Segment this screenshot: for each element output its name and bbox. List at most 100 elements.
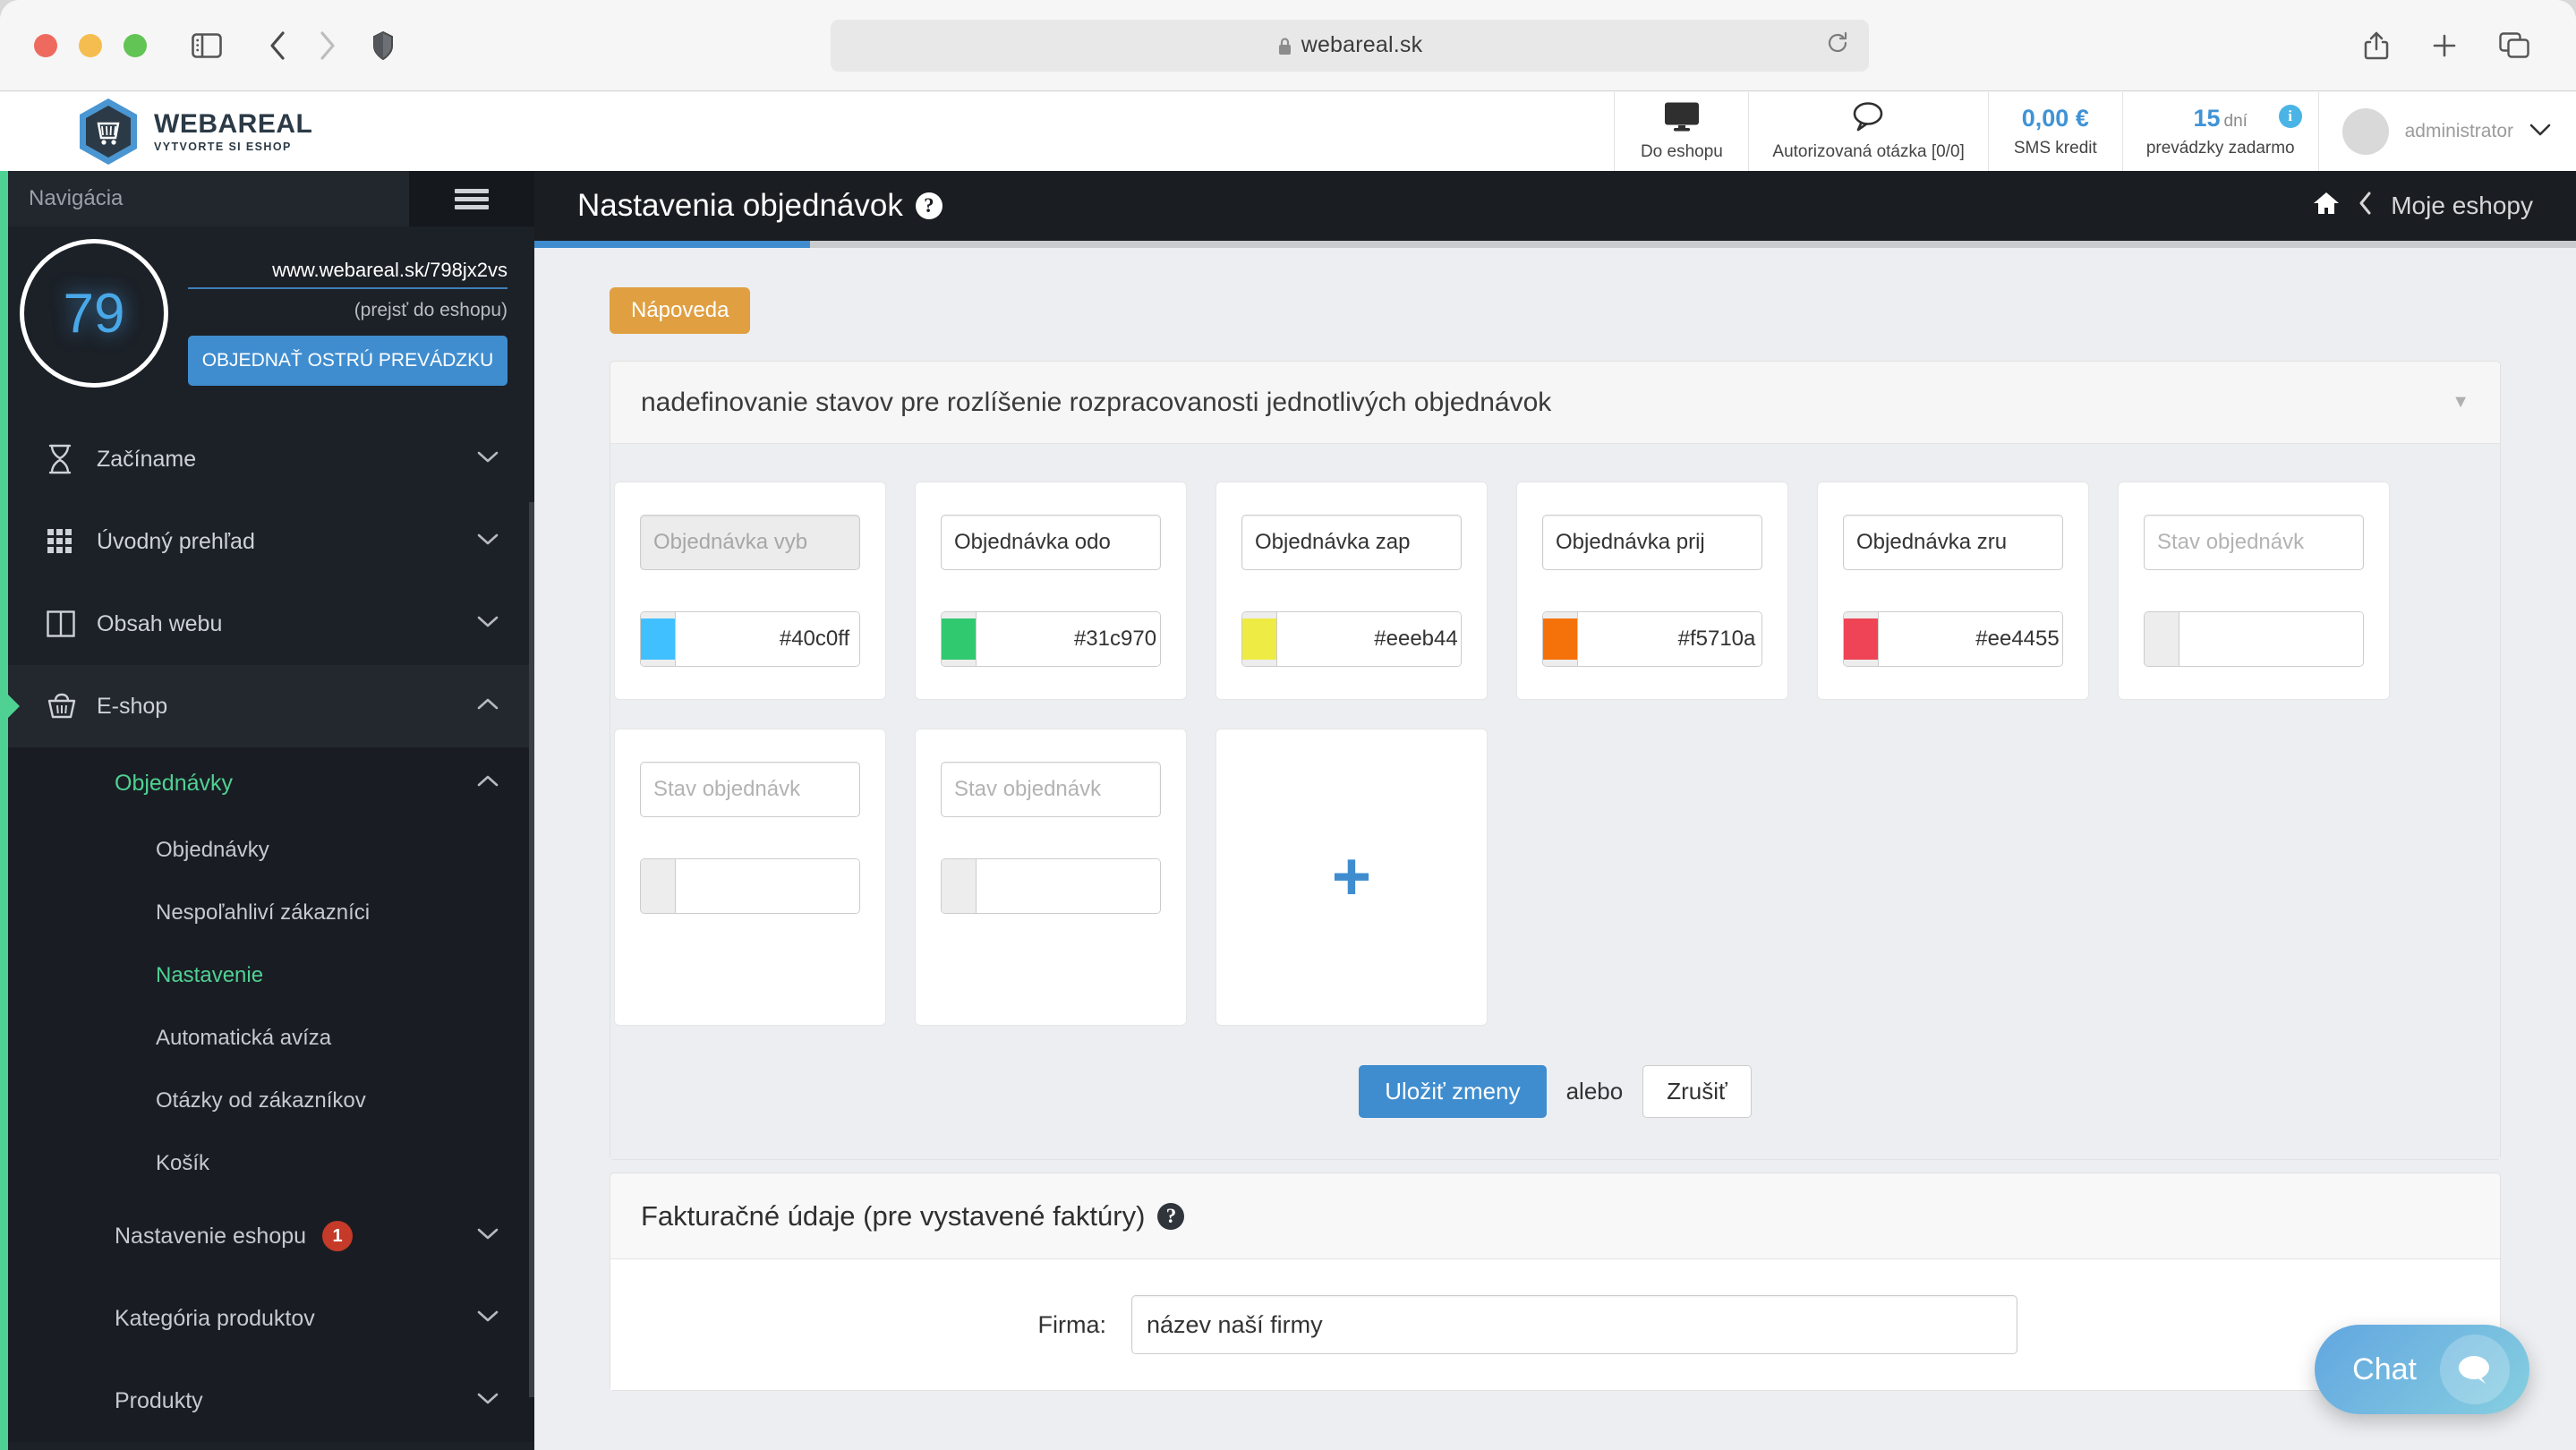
- status-name-input[interactable]: [1241, 515, 1462, 570]
- firma-input[interactable]: [1131, 1295, 2017, 1354]
- info-icon[interactable]: i: [2278, 105, 2302, 128]
- chevron-down-icon[interactable]: [2529, 121, 2551, 142]
- status-name-input[interactable]: [1843, 515, 2063, 570]
- sidebar-item-kosik[interactable]: Košík: [0, 1132, 534, 1195]
- sidebar-item-produkty[interactable]: Produkty: [0, 1360, 534, 1442]
- sidebar-item-kategoria-produktov[interactable]: Kategória produktov: [0, 1277, 534, 1360]
- status-name-input[interactable]: [640, 762, 860, 817]
- color-swatch-button[interactable]: [942, 859, 977, 913]
- add-status-card-button[interactable]: +: [1215, 729, 1488, 1026]
- color-picker-row[interactable]: [941, 611, 1161, 667]
- color-hex-input[interactable]: [1879, 612, 2062, 666]
- chevron-up-icon[interactable]: [477, 773, 499, 793]
- save-button[interactable]: Uložiť zmeny: [1359, 1065, 1547, 1118]
- status-name-input[interactable]: [640, 515, 860, 570]
- sidebar-item-zaciname[interactable]: Začíname: [0, 418, 534, 500]
- hamburger-icon[interactable]: [409, 171, 534, 226]
- privacy-shield-icon[interactable]: [372, 30, 394, 60]
- sidebar-item-obsah-webu[interactable]: Obsah webu: [0, 583, 534, 665]
- status-name-input[interactable]: [1542, 515, 1762, 570]
- submenu-group-objednavky[interactable]: Objednávky: [0, 747, 534, 819]
- color-picker-row[interactable]: [640, 611, 860, 667]
- sidebar-item-automaticka-aviza[interactable]: Automatická avíza: [0, 1007, 534, 1070]
- color-swatch-button[interactable]: [1844, 612, 1879, 666]
- chevron-down-icon[interactable]: ▼: [2452, 392, 2469, 413]
- chevron-up-icon[interactable]: [477, 696, 499, 716]
- forward-arrow-icon[interactable]: [319, 30, 337, 61]
- status-name-input[interactable]: [2144, 515, 2364, 570]
- chevron-down-icon[interactable]: [477, 449, 499, 469]
- webareal-logo[interactable]: WEBAREAL VYTVORTE SI ESHOP: [77, 97, 312, 166]
- cancel-button[interactable]: Zrušiť: [1642, 1065, 1752, 1118]
- header-autorizovana-otazka[interactable]: Autorizovaná otázka [0/0]: [1748, 92, 1987, 171]
- status-name-input[interactable]: [941, 515, 1161, 570]
- color-picker-row[interactable]: [941, 858, 1161, 914]
- reload-icon[interactable]: [1826, 31, 1849, 59]
- navigation-arrows[interactable]: [269, 30, 337, 61]
- sidebar-item-label: Obsah webu: [97, 610, 223, 636]
- color-picker-row[interactable]: [640, 858, 860, 914]
- tab-overview-icon[interactable]: [2499, 31, 2529, 59]
- share-icon[interactable]: [2363, 30, 2390, 61]
- minimize-window-button[interactable]: [79, 33, 102, 57]
- sms-credit-label: SMS kredit: [2013, 139, 2097, 158]
- color-swatch-button[interactable]: [942, 612, 977, 666]
- address-bar[interactable]: webareal.sk: [831, 19, 1869, 72]
- color-swatch-button[interactable]: [1543, 612, 1578, 666]
- chevron-left-icon[interactable]: [2358, 192, 2373, 221]
- status-name-input[interactable]: [941, 762, 1161, 817]
- sidebar-item-objednavky[interactable]: Objednávky: [0, 819, 534, 882]
- color-swatch-button[interactable]: [2145, 612, 2179, 666]
- billing-panel-title: Fakturačné údaje (pre vystavené faktúry): [641, 1199, 1146, 1232]
- breadcrumb-label[interactable]: Moje eshopy: [2391, 192, 2533, 220]
- header-do-eshopu[interactable]: Do eshopu: [1614, 92, 1748, 171]
- sidebar-item-nastavenie-eshopu[interactable]: Nastavenie eshopu 1: [0, 1195, 534, 1277]
- chevron-down-icon[interactable]: [477, 614, 499, 634]
- goto-shop-link[interactable]: (prejsť do eshopu): [188, 300, 508, 321]
- sidebar-item-uvodny-prehlad[interactable]: Úvodný prehľad: [0, 500, 534, 583]
- firma-label: Firma:: [1037, 1310, 1107, 1338]
- maximize-window-button[interactable]: [124, 33, 147, 57]
- napoveda-button[interactable]: Nápoveda: [610, 287, 751, 334]
- color-hex-input[interactable]: [977, 612, 1160, 666]
- status-panel-header[interactable]: nadefinovanie stavov pre rozlíšenie rozp…: [610, 362, 2500, 444]
- sidebar-item-otazky-od-zakaznikov[interactable]: Otázky od zákazníkov: [0, 1070, 534, 1132]
- color-hex-input[interactable]: [1277, 612, 1461, 666]
- color-picker-row[interactable]: [2144, 611, 2364, 667]
- status-card: [1516, 482, 1788, 700]
- header-sms-kredit[interactable]: 0,00 € SMS kredit: [1987, 92, 2122, 171]
- home-icon[interactable]: [2312, 191, 2341, 222]
- plus-icon[interactable]: [2431, 32, 2458, 59]
- chevron-down-icon[interactable]: [477, 1226, 499, 1246]
- color-swatch-button[interactable]: [641, 612, 676, 666]
- sidebar-item-nastavenie[interactable]: Nastavenie: [0, 944, 534, 1007]
- back-arrow-icon[interactable]: [269, 30, 286, 61]
- chevron-down-icon[interactable]: [477, 1391, 499, 1411]
- chevron-down-icon[interactable]: [477, 1309, 499, 1328]
- sidebar-item-nespolahlivi-zakaznici[interactable]: Nespoľahliví zákazníci: [0, 882, 534, 944]
- color-hex-input[interactable]: [1578, 612, 1761, 666]
- speech-bubble-icon: [1851, 101, 1887, 136]
- help-icon[interactable]: ?: [915, 192, 943, 219]
- color-picker-row[interactable]: [1241, 611, 1462, 667]
- color-picker-row[interactable]: [1542, 611, 1762, 667]
- chevron-down-icon[interactable]: [477, 532, 499, 551]
- help-icon[interactable]: ?: [1157, 1202, 1185, 1230]
- score-circle: 79: [20, 239, 168, 388]
- color-picker-row[interactable]: [1843, 611, 2063, 667]
- color-hex-input[interactable]: [977, 859, 1160, 913]
- sidebar-item-eshop[interactable]: E-shop: [0, 665, 534, 747]
- color-hex-input[interactable]: [676, 612, 859, 666]
- close-window-button[interactable]: [34, 33, 57, 57]
- color-swatch-button[interactable]: [641, 859, 676, 913]
- header-trial-days[interactable]: i 15 dní prevádzky zadarmo: [2121, 92, 2318, 171]
- color-hex-input[interactable]: [676, 859, 859, 913]
- color-hex-input[interactable]: [2179, 612, 2363, 666]
- shop-url[interactable]: www.webareal.sk/798jx2vs: [188, 259, 508, 289]
- window-controls[interactable]: [34, 33, 147, 57]
- chat-button[interactable]: Chat: [2315, 1325, 2529, 1414]
- sidebar-toggle-icon[interactable]: [192, 32, 222, 58]
- color-swatch-button[interactable]: [1242, 612, 1277, 666]
- user-menu[interactable]: administrator: [2317, 92, 2576, 171]
- order-production-button[interactable]: OBJEDNAŤ OSTRÚ PREVÁDZKU: [188, 336, 508, 387]
